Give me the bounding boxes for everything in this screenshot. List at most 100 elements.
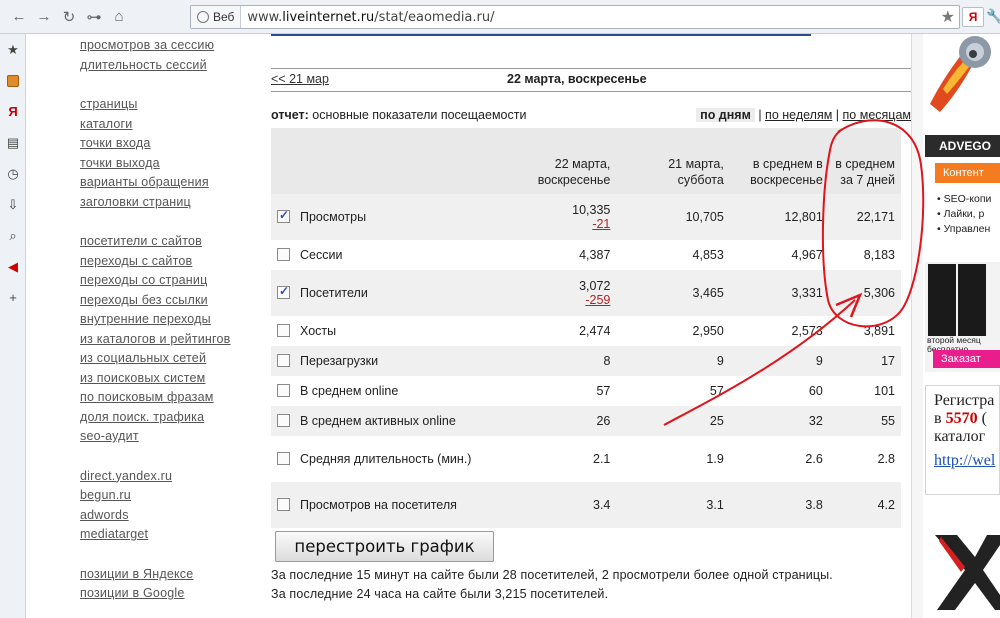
row-checkbox[interactable] [277, 247, 290, 261]
row-label: Просмотры [300, 210, 367, 224]
row-name-cell: В среднем online [271, 376, 503, 406]
value-cell: 57 [616, 376, 730, 406]
forward-icon[interactable]: → [33, 6, 55, 28]
yandex-rail-icon[interactable]: Я [0, 96, 26, 127]
delta-link[interactable]: -21 [509, 217, 610, 231]
value-cell: 101 [828, 376, 901, 406]
nav-link[interactable]: длительность сессий [80, 56, 260, 76]
nav-link[interactable]: варианты обращения [80, 173, 260, 193]
reload-icon[interactable]: ↻ [58, 6, 80, 28]
date-title: 22 марта, воскресенье [507, 72, 647, 86]
server-image [928, 264, 956, 336]
back-icon[interactable]: ← [8, 6, 30, 28]
nav-link[interactable]: просмотров за сессию [80, 36, 260, 56]
nav-link[interactable]: позиции в Google [80, 584, 260, 604]
server-ad[interactable]: второй месяц бесплатно Заказат [925, 262, 1000, 372]
plus-icon[interactable]: + [0, 282, 26, 313]
period-days[interactable]: по дням [696, 108, 755, 122]
row-name-cell: Посетители [271, 270, 503, 316]
row-checkbox[interactable] [277, 284, 290, 299]
value-cell: 2.8 [828, 436, 901, 482]
nav-link[interactable]: каталоги [80, 115, 260, 135]
value-cell: 60 [729, 376, 829, 406]
nav-link[interactable]: mediatarget [80, 525, 260, 545]
nav-link[interactable]: adwords [80, 506, 260, 526]
nav-link[interactable]: по поисковым фразам [80, 388, 260, 408]
nav-link[interactable]: seo-аудит [80, 427, 260, 447]
nav-link[interactable]: доля поиск. трафика [80, 408, 260, 428]
table-row: Сессии 4,387 4,853 4,967 8,183 [271, 240, 901, 270]
mail-icon[interactable] [0, 65, 26, 96]
row-checkbox[interactable] [277, 451, 290, 465]
row-checkbox[interactable] [277, 353, 290, 367]
address-bar[interactable]: Веб www.liveinternet.ru/stat/eaomedia.ru… [190, 5, 960, 29]
table-header-row: 22 марта, воскресенье 21 марта, суббота … [271, 128, 901, 194]
page-scrollbar[interactable] [911, 34, 923, 618]
nav-link[interactable]: посетители с сайтов [80, 232, 260, 252]
globe-icon [197, 11, 209, 23]
nav-link[interactable]: заголовки страниц [80, 193, 260, 213]
value-cell: 2.1 [502, 436, 617, 482]
row-checkbox[interactable] [277, 208, 290, 223]
nav-link[interactable]: позиции в Яндексе [80, 565, 260, 585]
nav-link[interactable]: внутренние переходы [80, 310, 260, 330]
value-today: 2.1 [593, 452, 611, 466]
nav-link[interactable]: переходы со страниц [80, 271, 260, 291]
row-checkbox[interactable] [277, 323, 290, 337]
yandex-icon[interactable]: Я [962, 7, 984, 27]
nav-link[interactable]: точки выхода [80, 154, 260, 174]
row-checkbox[interactable] [277, 383, 290, 397]
period-weeks-link[interactable]: по неделям [765, 108, 832, 122]
star-icon[interactable]: ★ [0, 34, 26, 65]
bookmark-star-icon[interactable]: ★ [941, 7, 955, 27]
delta-link[interactable]: -259 [509, 293, 610, 307]
nav-link[interactable]: begun.ru [80, 486, 260, 506]
stats-table: 22 марта, воскресенье 21 марта, суббота … [271, 128, 901, 528]
reg-link[interactable]: http://wel [934, 452, 999, 470]
url-text[interactable]: www.liveinternet.ru/stat/eaomedia.ru/ [241, 10, 494, 25]
row-name-cell: Просмотры [271, 194, 503, 240]
rocket-image [930, 36, 991, 112]
period-months-link[interactable]: по месяцам [843, 108, 911, 122]
advego-item: • Управлен [937, 223, 991, 235]
value-today: 3,072 [579, 279, 611, 293]
rocket-ad[interactable] [925, 34, 1000, 120]
value-cell: 4,387 [502, 240, 617, 270]
server-order-button[interactable]: Заказат [933, 350, 1000, 368]
home-icon[interactable]: ⌂ [108, 6, 130, 28]
key-icon[interactable]: ⊶ [83, 6, 105, 28]
row-label: Посетители [300, 286, 368, 300]
advego-button[interactable]: Контент [935, 163, 1000, 183]
url-domain: liveinternet.ru [282, 9, 375, 25]
rebuild-chart-button[interactable]: перестроить график [275, 531, 494, 562]
download-icon[interactable]: ⇩ [0, 189, 26, 220]
value-today: 2,474 [579, 324, 611, 338]
x-logo-ad[interactable] [925, 515, 1000, 618]
nav-link[interactable]: точки входа [80, 134, 260, 154]
nav-link[interactable]: из социальных сетей [80, 349, 260, 369]
row-label: Средняя длительность (мин.) [300, 452, 472, 466]
nav-link[interactable]: из поисковых систем [80, 369, 260, 389]
nav-link[interactable]: переходы без ссылки [80, 291, 260, 311]
megaphone-icon[interactable]: ◀ [0, 251, 26, 282]
value-cell: 25 [616, 406, 730, 436]
search-web-chip[interactable]: Веб [191, 6, 242, 28]
value-cell: 12,801 [729, 194, 829, 240]
url-path: /stat/eaomedia.ru/ [374, 9, 495, 25]
row-checkbox[interactable] [277, 413, 290, 427]
value-cell: 4,967 [729, 240, 829, 270]
nav-link[interactable]: страницы [80, 95, 260, 115]
search-icon[interactable]: ⌕ [0, 220, 26, 251]
registration-ad[interactable]: Регистра в 5570 ( каталог http://wel [925, 385, 1000, 495]
row-checkbox[interactable] [277, 497, 290, 511]
nav-link[interactable]: direct.yandex.ru [80, 467, 260, 487]
table-row: Просмотры10,335-2110,70512,80122,171 [271, 194, 901, 240]
row-name-cell: Хосты [271, 316, 503, 346]
nav-link[interactable]: переходы с сайтов [80, 252, 260, 272]
wrench-icon[interactable]: 🔧 [986, 8, 1000, 25]
advego-title[interactable]: ADVEGO [925, 135, 1000, 157]
prev-day-link[interactable]: << 21 мар [271, 72, 329, 86]
notes-icon[interactable]: ▤ [0, 127, 26, 158]
clock-icon[interactable]: ◷ [0, 158, 26, 189]
nav-link[interactable]: из каталогов и рейтингов [80, 330, 260, 350]
